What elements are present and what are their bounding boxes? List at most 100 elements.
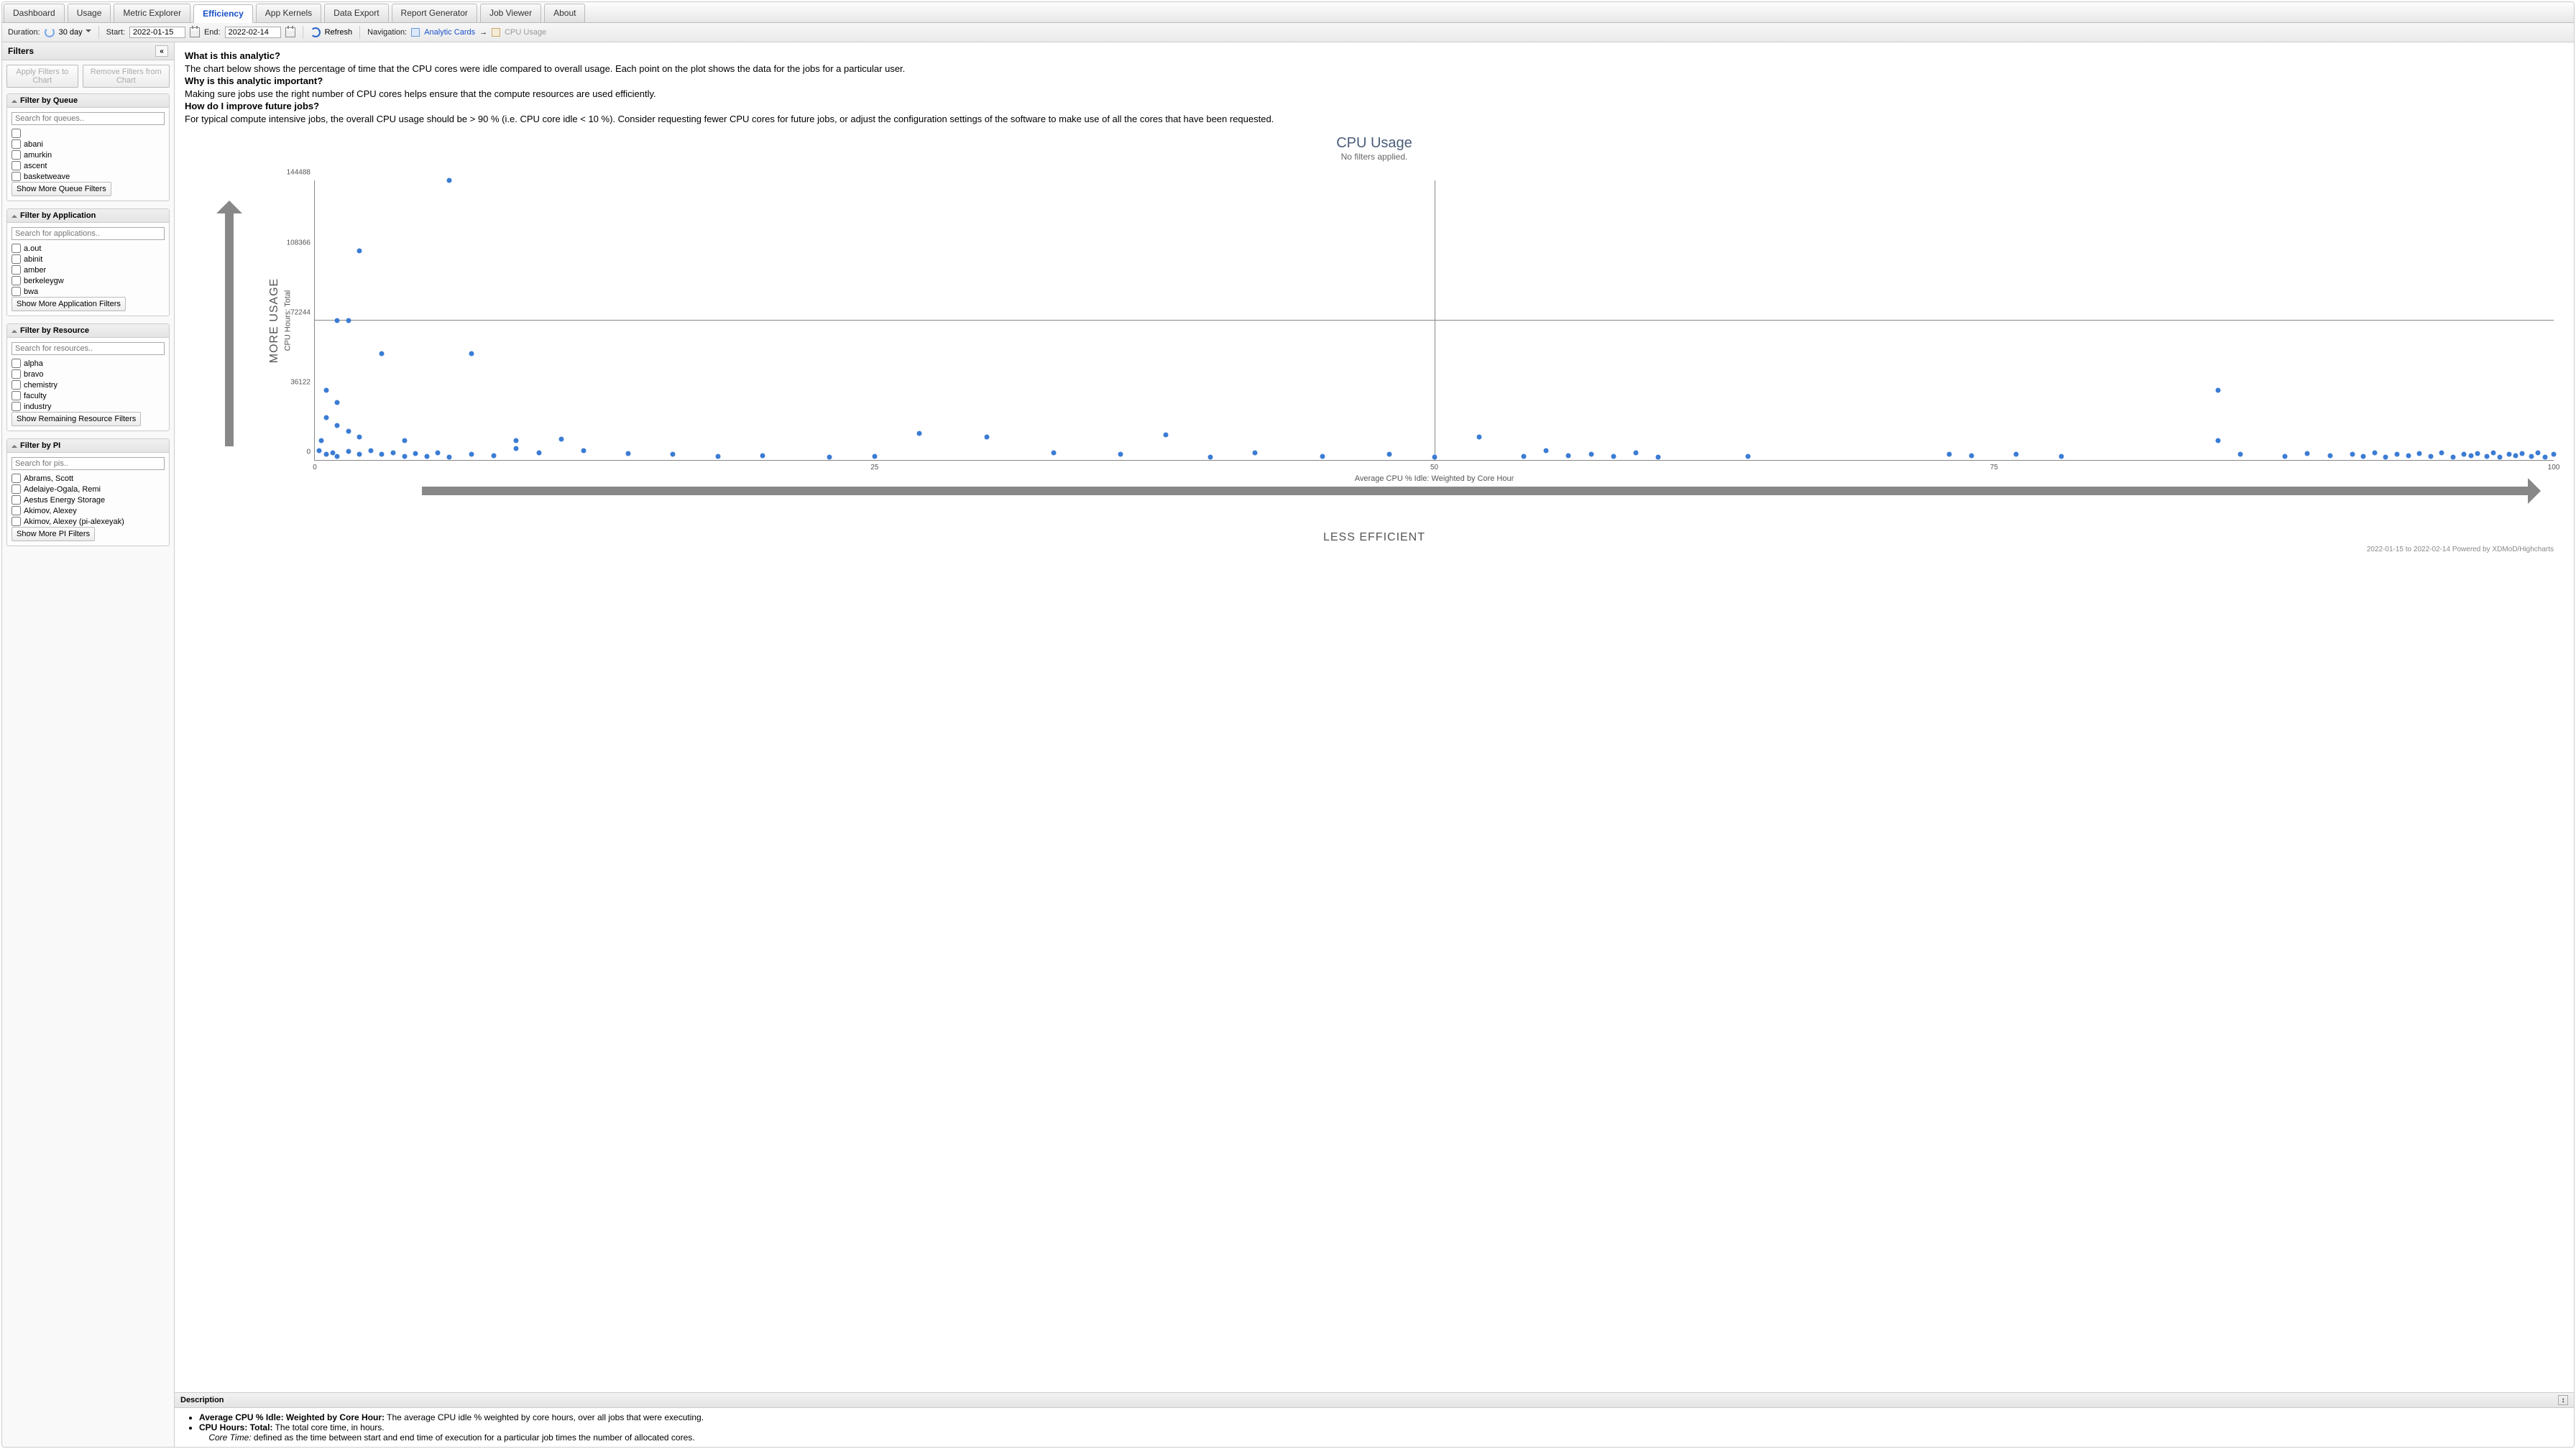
filter-checkbox-row[interactable]: industry: [12, 401, 165, 412]
data-point[interactable]: [626, 451, 631, 456]
data-point[interactable]: [1946, 452, 1951, 457]
data-point[interactable]: [335, 400, 340, 405]
tab-efficiency[interactable]: Efficiency: [193, 4, 253, 23]
data-point[interactable]: [2058, 454, 2064, 459]
data-point[interactable]: [1588, 452, 1593, 457]
data-point[interactable]: [1163, 433, 1168, 438]
data-point[interactable]: [558, 436, 564, 441]
refresh-button[interactable]: Refresh: [325, 28, 353, 37]
collapse-icon[interactable]: [12, 97, 17, 103]
data-point[interactable]: [492, 453, 497, 458]
duration-select[interactable]: 30 day: [59, 28, 91, 37]
data-point[interactable]: [2406, 453, 2411, 458]
filter-checkbox-row[interactable]: Akimov, Alexey (pi-alexeyak): [12, 516, 165, 527]
data-point[interactable]: [2536, 450, 2541, 455]
filter-checkbox-row[interactable]: Adelaiye-Ogala, Remi: [12, 484, 165, 494]
filter-checkbox[interactable]: [12, 276, 21, 285]
data-point[interactable]: [357, 434, 362, 439]
tab-usage[interactable]: Usage: [68, 4, 111, 22]
data-point[interactable]: [402, 454, 407, 459]
data-point[interactable]: [2327, 453, 2332, 458]
data-point[interactable]: [671, 452, 676, 457]
tab-dashboard[interactable]: Dashboard: [4, 4, 65, 22]
data-point[interactable]: [1208, 455, 1213, 460]
show-more-filter-by-resource-button[interactable]: Show Remaining Resource Filters: [12, 412, 141, 426]
filter-checkbox[interactable]: [12, 287, 21, 296]
apply-filters-button[interactable]: Apply Filters to Chart: [6, 65, 78, 88]
data-point[interactable]: [1633, 450, 1638, 455]
data-point[interactable]: [581, 448, 586, 453]
show-more-filter-by-pi-button[interactable]: Show More PI Filters: [12, 527, 95, 541]
calendar-icon[interactable]: [190, 27, 200, 37]
filter-search-input[interactable]: [12, 227, 165, 240]
data-point[interactable]: [335, 454, 340, 459]
data-point[interactable]: [1320, 454, 1325, 459]
data-point[interactable]: [1656, 455, 1661, 460]
data-point[interactable]: [357, 248, 362, 253]
data-point[interactable]: [402, 438, 407, 443]
data-point[interactable]: [335, 423, 340, 428]
data-point[interactable]: [2513, 453, 2518, 458]
filter-checkbox-row[interactable]: abani: [12, 139, 165, 150]
filter-checkbox-row[interactable]: basketweave: [12, 171, 165, 182]
data-point[interactable]: [536, 450, 541, 455]
data-point[interactable]: [2439, 450, 2444, 455]
data-point[interactable]: [1387, 452, 1392, 457]
data-point[interactable]: [357, 452, 362, 457]
data-point[interactable]: [323, 388, 328, 393]
data-point[interactable]: [368, 448, 373, 453]
filter-checkbox-row[interactable]: chemistry: [12, 380, 165, 390]
data-point[interactable]: [1051, 450, 1056, 455]
tab-data-export[interactable]: Data Export: [324, 4, 388, 22]
data-point[interactable]: [2305, 451, 2310, 456]
filter-checkbox-row[interactable]: bwa: [12, 286, 165, 297]
collapse-icon[interactable]: [12, 442, 17, 448]
refresh-icon[interactable]: [310, 27, 321, 37]
collapse-icon[interactable]: [12, 327, 17, 333]
data-point[interactable]: [2529, 454, 2534, 459]
filter-checkbox[interactable]: [12, 495, 21, 505]
data-point[interactable]: [715, 454, 720, 459]
filter-checkbox-row[interactable]: Akimov, Alexey: [12, 505, 165, 516]
data-point[interactable]: [2283, 454, 2288, 459]
data-point[interactable]: [2372, 450, 2377, 455]
filter-checkbox[interactable]: [12, 369, 21, 379]
filter-checkbox[interactable]: [12, 161, 21, 170]
tab-metric-explorer[interactable]: Metric Explorer: [114, 4, 190, 22]
filter-search-input[interactable]: [12, 342, 165, 355]
filter-checkbox-row[interactable]: amurkin: [12, 150, 165, 160]
filter-checkbox[interactable]: [12, 506, 21, 515]
data-point[interactable]: [827, 455, 832, 460]
show-more-filter-by-queue-button[interactable]: Show More Queue Filters: [12, 182, 111, 196]
filter-checkbox[interactable]: [12, 402, 21, 411]
tab-report-generator[interactable]: Report Generator: [392, 4, 477, 22]
filter-checkbox[interactable]: [12, 254, 21, 264]
data-point[interactable]: [2542, 455, 2547, 460]
data-point[interactable]: [2237, 452, 2242, 457]
data-point[interactable]: [1969, 453, 1974, 458]
data-point[interactable]: [335, 318, 340, 323]
data-point[interactable]: [760, 453, 765, 458]
data-point[interactable]: [346, 318, 351, 323]
data-point[interactable]: [469, 351, 474, 356]
data-point[interactable]: [2215, 388, 2220, 393]
data-point[interactable]: [2468, 453, 2473, 458]
data-point[interactable]: [872, 454, 877, 459]
collapse-sidebar-button[interactable]: «: [155, 45, 168, 57]
data-point[interactable]: [2462, 452, 2467, 457]
tab-app-kernels[interactable]: App Kernels: [256, 4, 321, 22]
filter-checkbox-row[interactable]: Aestus Energy Storage: [12, 494, 165, 505]
data-point[interactable]: [317, 448, 322, 453]
filter-checkbox[interactable]: [12, 474, 21, 483]
data-point[interactable]: [391, 450, 396, 455]
data-point[interactable]: [346, 449, 351, 454]
calendar-icon[interactable]: [285, 27, 295, 37]
filter-checkbox-row[interactable]: alpha: [12, 358, 165, 369]
data-point[interactable]: [2428, 454, 2433, 459]
data-point[interactable]: [917, 431, 922, 436]
filter-checkbox[interactable]: [12, 391, 21, 400]
data-point[interactable]: [446, 455, 451, 460]
filter-checkbox[interactable]: [12, 484, 21, 494]
data-point[interactable]: [1476, 434, 1481, 439]
filter-checkbox-row[interactable]: berkeleygw: [12, 275, 165, 286]
